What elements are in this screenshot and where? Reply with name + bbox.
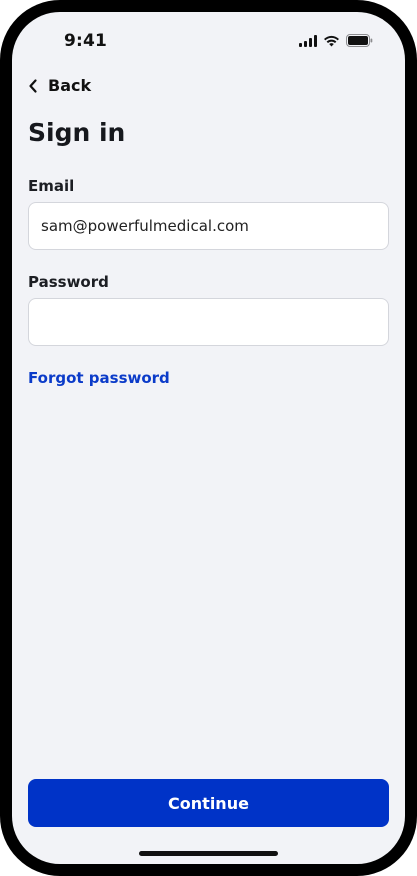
status-time: 9:41 [64,31,108,51]
email-field[interactable] [28,202,389,250]
screen: 9:41 Back Sign in Email sam@powerfulmedi… [12,12,405,864]
cellular-signal-icon [299,34,317,47]
home-indicator [139,851,278,856]
page-title: Sign in [28,118,126,147]
back-button[interactable]: Back [28,76,91,95]
email-label: Email [28,177,75,195]
chevron-left-icon [29,78,37,93]
password-field[interactable] [28,298,389,346]
continue-button[interactable]: Continue [28,779,389,827]
wifi-icon [324,35,339,46]
phone-frame: 9:41 Back Sign in Email sam@powerfulmedi… [0,0,417,876]
password-label: Password [28,273,109,291]
status-bar: 9:41 [12,12,405,68]
status-icons [299,34,373,47]
back-label: Back [48,76,92,95]
battery-icon [346,34,373,47]
forgot-password-link[interactable]: Forgot password [28,369,170,387]
